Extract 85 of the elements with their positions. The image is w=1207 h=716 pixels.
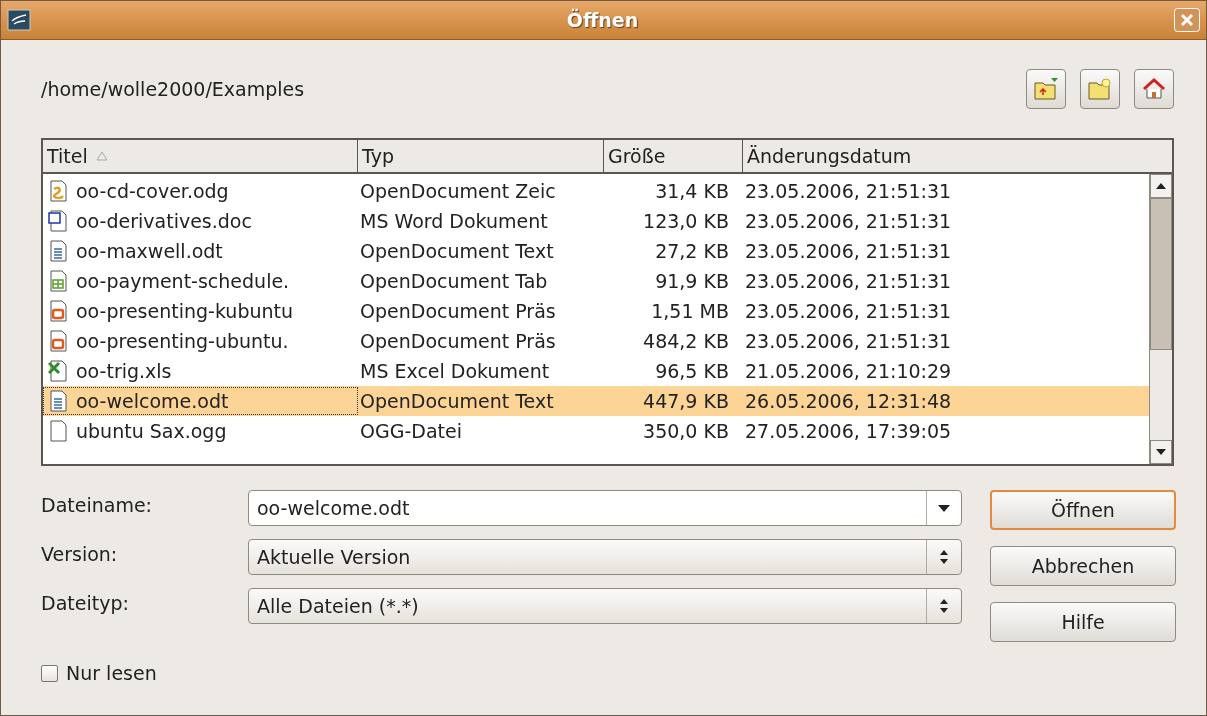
file-icon [48,240,68,262]
scroll-up-icon[interactable] [1156,183,1166,189]
file-date: 23.05.2006, 21:51:31 [744,180,953,202]
file-size: 91,9 KB [654,270,730,292]
file-icon [48,300,68,322]
field-label: Dateityp: [41,591,130,614]
up-folder-button[interactable] [1026,69,1066,109]
file-name: oo-derivatives.doc [76,210,252,232]
scrollbar[interactable] [1149,174,1172,464]
dialog-button[interactable]: Hilfe [990,602,1176,642]
file-icon [48,180,68,202]
file-row[interactable]: oo-maxwell.odt OpenDocument Text 27,2 KB 23.05.2006, 21:51:31 [43,236,1149,266]
select-field[interactable]: Aktuelle Version [248,539,962,575]
file-row[interactable]: oo-welcome.odt OpenDocument Text 447,9 KB 26.05.2006, 12:31:48 [43,386,1149,416]
window-title: Öffnen [566,9,639,31]
file-name: oo-trig.xls [76,360,172,382]
column-header[interactable]: Typ [358,140,604,172]
file-date: 23.05.2006, 21:51:31 [744,300,953,322]
file-date: 23.05.2006, 21:51:31 [744,270,953,292]
file-size: 350,0 KB [642,420,730,442]
file-type: OpenDocument Präs [359,330,557,352]
file-name: oo-payment-schedule. [76,270,290,292]
new-folder-button[interactable] [1080,69,1120,109]
file-row[interactable]: oo-cd-cover.odg OpenDocument Zeic 31,4 KB 23.05.2006, 21:51:31 [43,176,1149,206]
file-size: 27,2 KB [654,240,730,262]
file-type: MS Word Dokument [359,210,549,232]
file-row[interactable]: ubuntu Sax.ogg OGG-Datei 350,0 KB 27.05.2006, 17:39:05 [43,416,1149,446]
close-icon[interactable] [1174,8,1200,32]
updown-icon[interactable] [939,549,949,565]
field-label: Version: [41,542,119,565]
file-size: 484,2 KB [642,330,730,352]
filename-combo[interactable]: oo-welcome.odt [248,490,962,526]
file-size: 96,5 KB [654,360,730,382]
file-date: 26.05.2006, 12:31:48 [744,390,953,412]
file-icon [48,360,68,382]
checkbox-label: Nur lesen [66,662,157,684]
file-icon [48,270,68,292]
file-name: oo-welcome.odt [76,390,229,412]
file-icon [48,330,68,352]
file-row[interactable]: oo-payment-schedule. OpenDocument Tab 91,9 KB 23.05.2006, 21:51:31 [43,266,1149,296]
file-date: 23.05.2006, 21:51:31 [744,240,953,262]
file-type: OpenDocument Text [359,390,555,412]
file-row[interactable]: oo-trig.xls MS Excel Dokument 96,5 KB 21.05.2006, 21:10:29 [43,356,1149,386]
home-icon [1141,77,1167,101]
file-row[interactable]: oo-presenting-kubuntu OpenDocument Präs 1,51 MB 23.05.2006, 21:51:31 [43,296,1149,326]
file-type: MS Excel Dokument [359,360,551,382]
select-field[interactable]: Alle Dateien (*.*) [248,588,962,624]
sort-icon [95,151,108,161]
dropdown-icon[interactable] [938,504,950,512]
file-date: 23.05.2006, 21:51:31 [744,330,953,352]
field-label: Dateiname: [41,493,153,516]
file-type: OGG-Datei [359,420,463,442]
updown-icon[interactable] [939,598,949,614]
file-icon [48,210,68,232]
file-type: OpenDocument Präs [359,300,557,322]
new-folder-icon [1087,77,1113,101]
file-date: 27.05.2006, 17:39:05 [744,420,953,442]
file-name: oo-cd-cover.odg [76,180,229,202]
path-label: /home/wolle2000/Examples [41,78,305,100]
file-row[interactable]: oo-derivatives.doc MS Word Dokument 123,0 KB 23.05.2006, 21:51:31 [43,206,1149,236]
folder-up-icon [1033,77,1059,101]
file-type: OpenDocument Text [359,240,555,262]
file-name: oo-maxwell.odt [76,240,223,262]
scroll-thumb[interactable] [1150,198,1172,350]
scroll-down-icon[interactable] [1156,449,1166,455]
file-name: ubuntu Sax.ogg [76,420,227,442]
file-icon [48,420,68,442]
file-name: oo-presenting-ubuntu. [76,330,289,352]
file-row[interactable]: oo-presenting-ubuntu. OpenDocument Präs 484,2 KB 23.05.2006, 21:51:31 [43,326,1149,356]
file-date: 23.05.2006, 21:51:31 [744,210,953,232]
file-type: OpenDocument Tab [359,270,549,292]
home-button[interactable] [1134,69,1174,109]
checkbox[interactable] [41,664,58,682]
file-size: 31,4 KB [654,180,730,202]
file-size: 1,51 MB [650,300,730,322]
dialog-button[interactable]: Abbrechen [990,546,1176,586]
file-icon [48,390,68,412]
file-size: 123,0 KB [642,210,730,232]
file-type: OpenDocument Zeic [359,180,557,202]
app-icon [7,9,31,31]
file-date: 21.05.2006, 21:10:29 [744,360,953,382]
file-size: 447,9 KB [642,390,730,412]
file-name: oo-presenting-kubuntu [76,300,293,322]
dialog-button[interactable]: Öffnen [990,490,1176,530]
column-header[interactable]: Titel [43,140,358,172]
